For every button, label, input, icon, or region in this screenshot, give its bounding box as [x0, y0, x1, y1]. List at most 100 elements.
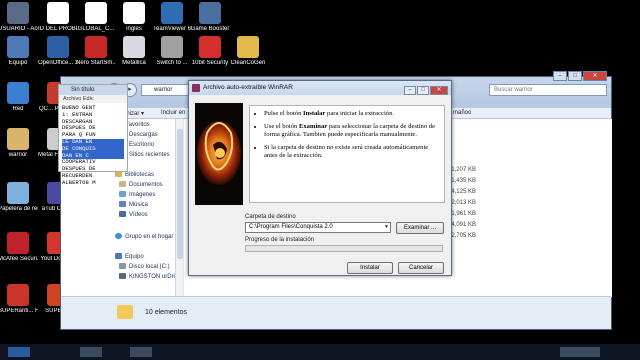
desktop-icon-item[interactable]: McAfee Securi... [0, 232, 38, 263]
desktop-icon-label: Nero StartSm... [76, 60, 116, 66]
taskbar-item[interactable] [560, 347, 600, 357]
app-icon [199, 36, 221, 58]
minimize-button[interactable]: – [404, 86, 416, 95]
desktop-icon-item[interactable]: Metallica [114, 36, 154, 67]
search-input[interactable]: Buscar warrior [489, 84, 607, 96]
sidebar-item-music[interactable]: Música [119, 201, 148, 208]
cancel-button[interactable]: Cancelar [398, 262, 444, 274]
taskbar-item[interactable] [80, 347, 102, 357]
app-icon [199, 2, 221, 24]
desktop-icon-label: 10bit Security [191, 60, 229, 66]
sidebar-item-local-disk[interactable]: Disco local (C:) [119, 263, 170, 270]
desktop-icon-item[interactable]: Red [0, 82, 38, 113]
app-icon [47, 2, 69, 24]
desktop-icon-label: Game Booster [190, 26, 230, 32]
winrar-banner-image [195, 103, 243, 205]
drive-icon [119, 263, 126, 269]
maximize-button[interactable]: □ [417, 86, 429, 95]
instruction-item: Use el botón Examinar para seleccionar l… [264, 123, 438, 139]
sidebar-item-videos[interactable]: Vídeos [119, 211, 148, 218]
close-button[interactable]: ✕ [430, 86, 448, 95]
winrar-dialog[interactable]: Archivo auto-extraíble WinRAR –□✕ Pulse … [188, 80, 452, 276]
music-icon [119, 201, 126, 207]
desktop-icon-label: USUARIO - Acceso d... [0, 26, 38, 32]
desktop-icon-item[interactable]: GLOBAL_C... [76, 2, 116, 33]
start-button[interactable] [8, 347, 30, 357]
app-icon [7, 2, 29, 24]
taskbar [0, 344, 640, 360]
scrollbar-thumb[interactable] [177, 129, 183, 259]
fire-logo-icon [195, 103, 243, 205]
notepad-menu[interactable]: Archivo Edic [59, 95, 127, 103]
instructions-list: Pulse el botón Instalar para iniciar la … [264, 110, 438, 160]
desktop-icon-item[interactable]: Game Booster [190, 2, 230, 33]
desktop-icon-label: Papelera de reciclaje [0, 206, 38, 212]
maximize-button[interactable]: □ [568, 71, 582, 81]
app-icon [123, 2, 145, 24]
navigation-scrollbar[interactable] [175, 119, 183, 297]
desktop-icon-item[interactable]: ID DEL PROBLEMA [38, 2, 78, 33]
file-size: 2,705 KB [451, 233, 476, 239]
desktop-icon-item[interactable]: ingles [114, 2, 154, 33]
desktop-icon-item[interactable]: USUARIO - Acceso d... [0, 2, 38, 33]
instruction-item: Si la carpeta de destino no existe será … [264, 144, 438, 160]
videos-icon [119, 211, 126, 217]
desktop-icon-item[interactable]: 10bit Security [190, 36, 230, 67]
desktop-icon-item[interactable]: OpenOffice... 3.2 [38, 36, 78, 67]
desktop-icon-label: GLOBAL_C... [77, 26, 115, 32]
desktop-icon-item[interactable]: warrior [0, 128, 38, 159]
file-size: 81,435 KB [447, 178, 476, 184]
app-icon [161, 2, 183, 24]
app-icon [47, 36, 69, 58]
file-size: 2,013 KB [451, 200, 476, 206]
desktop-icon-label: Equipo [8, 60, 28, 66]
minimize-button[interactable]: – [553, 71, 567, 81]
notepad-line: ALBERTO8 M [62, 178, 96, 186]
folder-icon [117, 305, 133, 319]
install-button[interactable]: Instalar [347, 262, 393, 274]
notepad-text-area[interactable]: BUENO GENT 1: ENTRAN DESCARGAN DESPUES DE PA… [59, 103, 127, 189]
desktop-icon-item[interactable]: SUPERanti... Free Edition [0, 284, 38, 315]
notepad-window[interactable]: Sin título Archivo Edic BUENO GENT 1: ENT… [58, 84, 128, 186]
app-icon [85, 2, 107, 24]
homegroup-icon [115, 233, 122, 239]
progress-label: Progreso de la instalación [245, 237, 315, 243]
desktop-icon-label: OpenOffice... 3.2 [38, 60, 78, 66]
desktop-icon-label: ingles [126, 26, 142, 32]
destination-folder-field[interactable]: C:\Program Files\Conquista 2.0 ▼ [245, 222, 391, 233]
desktop-icon-item[interactable]: Nero StartSm... [76, 36, 116, 67]
desktop-icon-label: warrior [8, 152, 28, 158]
close-button[interactable]: ✕ [583, 71, 607, 81]
sidebar-item-images[interactable]: Imágenes [119, 191, 155, 198]
desktop-icon-item[interactable]: Papelera de reciclaje [0, 182, 38, 213]
desktop-icon-label: McAfee Securi... [0, 256, 38, 262]
sidebar-item-kingston[interactable]: KINGSTON urDriv... [119, 273, 182, 280]
instructions-panel: Pulse el botón Instalar para iniciar la … [249, 105, 445, 203]
app-icon [7, 182, 29, 204]
explorer-window-controls: – □ ✕ [552, 71, 607, 81]
desktop-icon-item[interactable]: Switch to ... [152, 36, 192, 67]
winrar-icon [192, 84, 200, 92]
column-header[interactable]: mañoo [453, 110, 471, 116]
sidebar-item-computer[interactable]: Equipo [115, 253, 144, 260]
desktop-icon-label: Switch to ... [156, 60, 188, 66]
include-in-button[interactable]: Incluir en [161, 110, 185, 116]
status-bar: 10 elementos [61, 296, 611, 329]
desktop-icon-label: ID DEL PROBLEMA [38, 26, 78, 32]
desktop-icon-item[interactable]: TeamViewer 6 [152, 2, 192, 33]
chevron-down-icon[interactable]: ▼ [384, 223, 389, 232]
app-icon [85, 36, 107, 58]
winrar-title: Archivo auto-extraíble WinRAR [203, 84, 293, 91]
sidebar-item-homegroup[interactable]: Grupo en el hogar [115, 233, 173, 240]
taskbar-item[interactable] [130, 347, 152, 357]
instruction-item: Pulse el botón Instalar para iniciar la … [264, 110, 438, 118]
desktop-icon-item[interactable]: CleanCoGen [228, 36, 268, 67]
app-icon [7, 36, 29, 58]
app-icon [7, 128, 29, 150]
file-size: 84,125 KB [447, 189, 476, 195]
destination-value: C:\Program Files\Conquista 2.0 [249, 224, 333, 230]
browse-button[interactable]: Examinar ... [396, 222, 444, 234]
app-icon [237, 36, 259, 58]
file-size: 1,961 KB [451, 211, 476, 217]
desktop-icon-item[interactable]: Equipo [0, 36, 38, 67]
